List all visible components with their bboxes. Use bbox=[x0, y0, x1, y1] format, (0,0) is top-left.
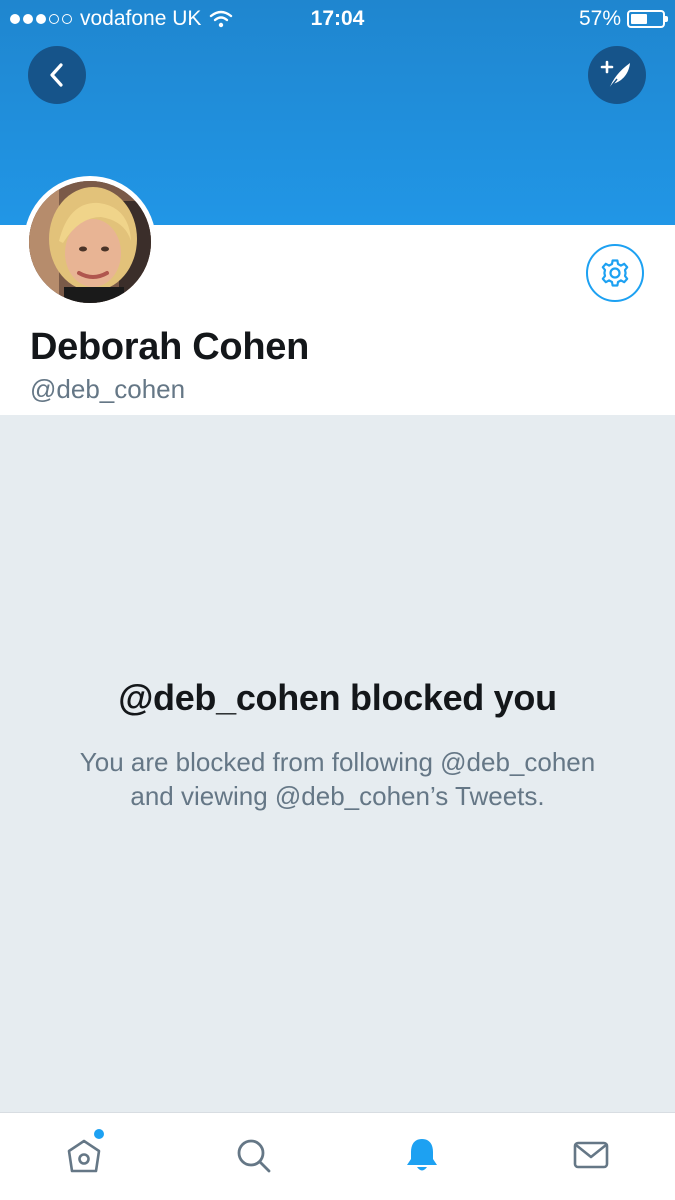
battery-nub bbox=[665, 16, 668, 22]
notifications-bell-icon bbox=[407, 1139, 437, 1171]
tab-search[interactable] bbox=[229, 1131, 277, 1179]
profile-handle: @deb_cohen bbox=[30, 374, 186, 404]
compose-feather-icon bbox=[600, 60, 630, 90]
blocked-title: @deb_cohen blocked you bbox=[118, 677, 557, 718]
profile-display-name: Deborah Cohen bbox=[30, 326, 310, 368]
blocked-description: You are blocked from following @deb_cohe… bbox=[79, 747, 596, 811]
battery-icon bbox=[627, 10, 668, 28]
tab-messages[interactable] bbox=[567, 1131, 615, 1179]
chevron-left-icon bbox=[50, 63, 63, 87]
tab-notifications[interactable] bbox=[398, 1131, 446, 1179]
battery-level-fill bbox=[631, 14, 647, 24]
compose-tweet-button[interactable] bbox=[588, 46, 646, 104]
home-icon bbox=[67, 1139, 101, 1173]
blocked-message-panel: @deb_cohen blocked you You are blocked f… bbox=[0, 415, 675, 1112]
avatar-photo-graphic bbox=[29, 181, 151, 303]
status-bar: vodafone UK 17:04 57% bbox=[0, 0, 675, 38]
back-button[interactable] bbox=[28, 46, 86, 104]
profile-settings-button[interactable] bbox=[586, 244, 644, 302]
avatar-photo bbox=[29, 181, 151, 303]
profile-avatar[interactable] bbox=[24, 176, 156, 308]
status-bar-time: 17:04 bbox=[310, 7, 365, 30]
home-new-content-badge bbox=[94, 1129, 104, 1139]
gear-icon bbox=[601, 259, 629, 287]
battery-percentage: 57% bbox=[578, 7, 621, 30]
search-icon bbox=[237, 1139, 271, 1173]
messages-envelope-icon bbox=[573, 1141, 609, 1169]
status-bar-right: 57% bbox=[578, 7, 668, 31]
bottom-tab-bar bbox=[0, 1112, 675, 1200]
